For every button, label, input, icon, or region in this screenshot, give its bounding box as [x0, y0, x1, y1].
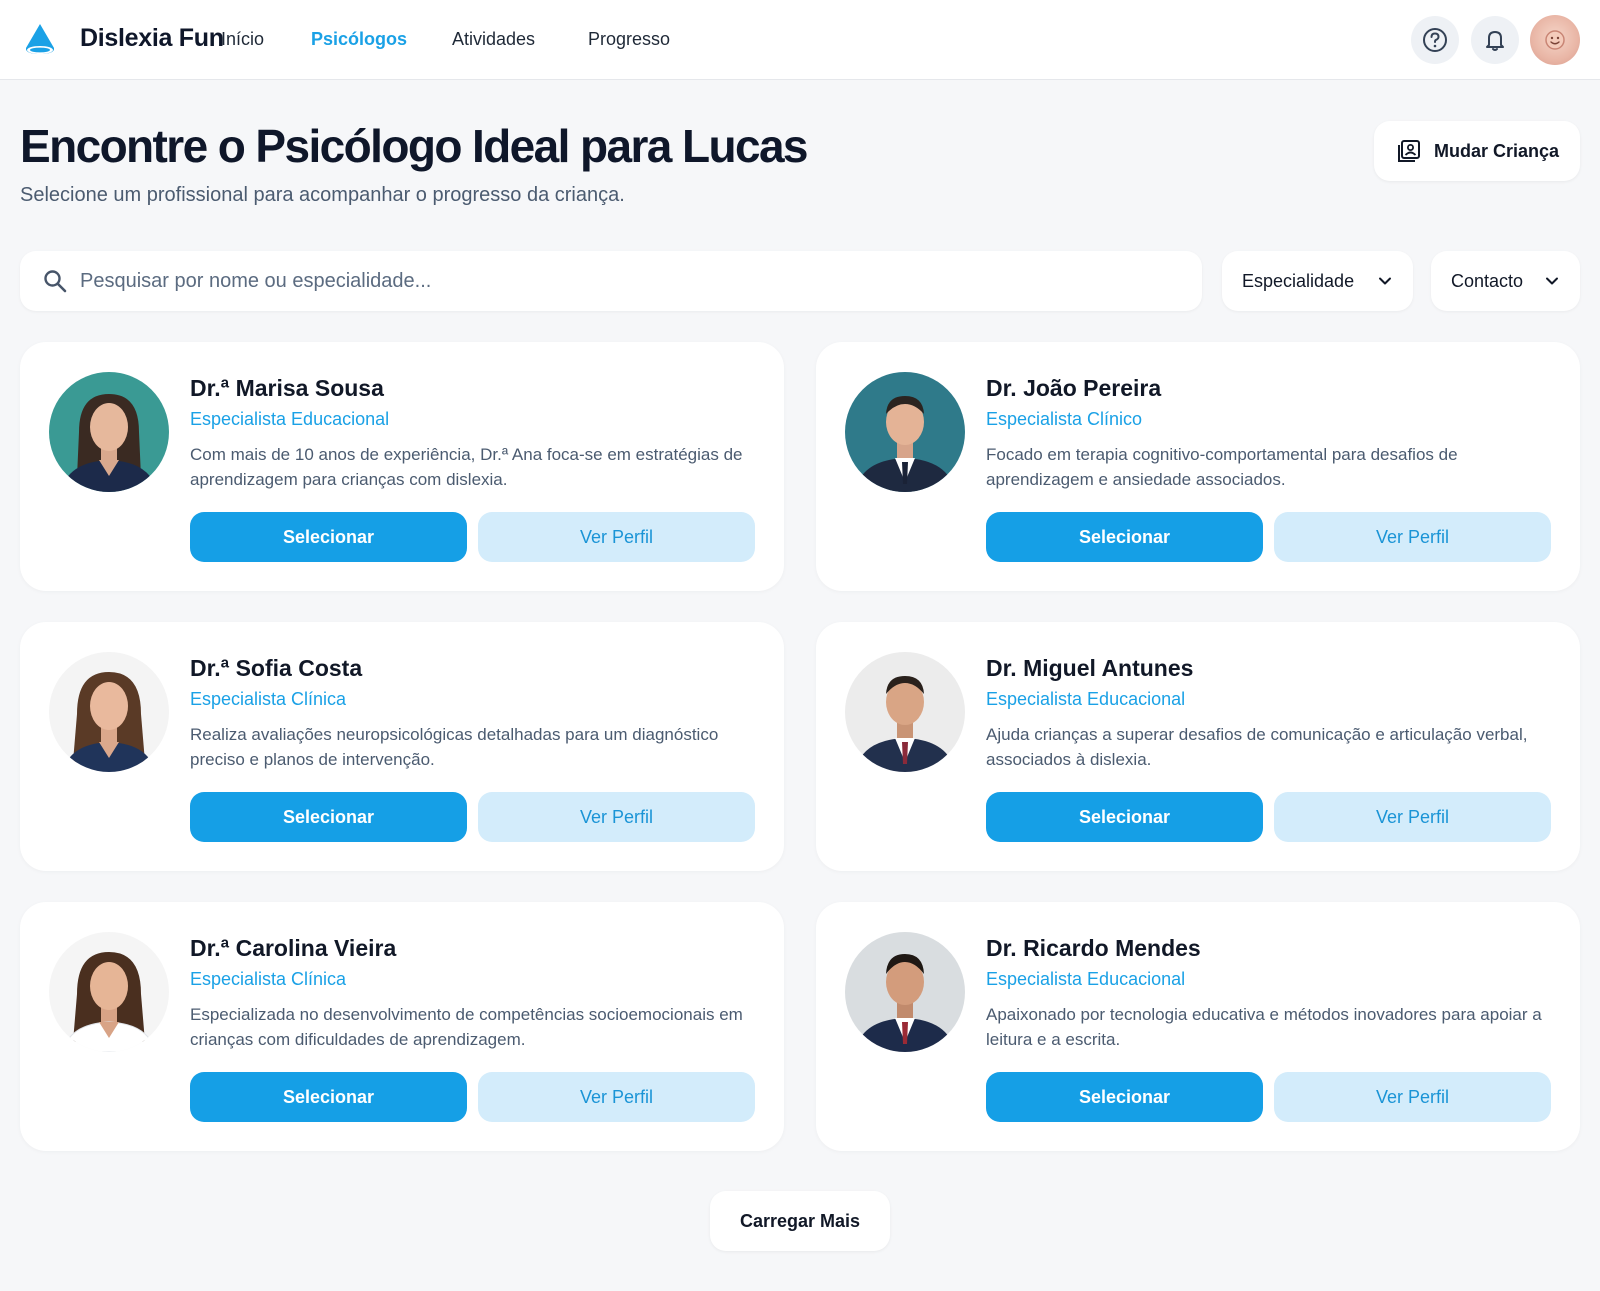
psychologist-card: Dr. Ricardo Mendes Especialista Educacio…: [816, 902, 1580, 1151]
psychologist-photo: [49, 932, 169, 1052]
select-button[interactable]: Selecionar: [986, 512, 1263, 562]
psychologist-name: Dr. Ricardo Mendes: [986, 935, 1201, 961]
select-button[interactable]: Selecionar: [190, 512, 467, 562]
psychologist-card: Dr.ª Carolina Vieira Especialista Clínic…: [20, 902, 784, 1151]
user-switch-icon: [1398, 140, 1420, 162]
chevron-down-icon: [1546, 277, 1558, 285]
load-more-button[interactable]: Carregar Mais: [710, 1191, 890, 1251]
select-button[interactable]: Selecionar: [190, 1072, 467, 1122]
psychologist-photo: [49, 652, 169, 772]
view-profile-button[interactable]: Ver Perfil: [1274, 1072, 1551, 1122]
psychologist-card: Dr.ª Sofia Costa Especialista Clínica Re…: [20, 622, 784, 871]
psychologist-card: Dr. João Pereira Especialista Clínico Fo…: [816, 342, 1580, 591]
psychologist-card: Dr.ª Marisa Sousa Especialista Educacion…: [20, 342, 784, 591]
change-child-button[interactable]: Mudar Criança: [1374, 121, 1580, 181]
psychologist-description: Apaixonado por tecnologia educativa e mé…: [986, 1005, 1542, 1049]
notifications-button[interactable]: [1471, 16, 1519, 64]
specialty-dropdown-label: Especialidade: [1242, 270, 1355, 291]
bell-icon: [1486, 31, 1504, 51]
page-title: Encontre o Psicólogo Ideal para Lucas: [20, 120, 809, 172]
psychologist-photo: [845, 932, 965, 1052]
psychologist-specialty: Especialista Educacional: [190, 409, 390, 429]
psychologist-name: Dr.ª Carolina Vieira: [190, 935, 397, 961]
smiley-face-icon: [1545, 30, 1565, 50]
page-subtitle: Selecione um profissional para acompanha…: [20, 184, 625, 206]
brand-name[interactable]: Dislexia Fun: [80, 24, 224, 53]
view-profile-button[interactable]: Ver Perfil: [478, 512, 755, 562]
search-input[interactable]: [80, 261, 1180, 301]
psychologist-photo: [845, 652, 965, 772]
nav-item-psicologos[interactable]: Psicólogos: [311, 29, 407, 50]
top-navigation-bar: Dislexia Fun Início Psicólogos Atividade…: [0, 0, 1600, 80]
search-bar: [20, 251, 1202, 311]
psychologist-photo: [49, 372, 169, 492]
help-button[interactable]: [1411, 16, 1459, 64]
psychologist-description: Realiza avaliações neuropsicológicas det…: [190, 725, 719, 769]
psychologist-specialty: Especialista Clínica: [190, 969, 347, 989]
specialty-dropdown[interactable]: Especialidade: [1222, 251, 1413, 311]
psychologist-card: Dr. Miguel Antunes Especialista Educacio…: [816, 622, 1580, 871]
user-avatar[interactable]: [1530, 15, 1580, 65]
psychologist-description: Com mais de 10 anos de experiência, Dr.ª…: [190, 445, 743, 489]
view-profile-button[interactable]: Ver Perfil: [1274, 512, 1551, 562]
psychologist-name: Dr. Miguel Antunes: [986, 655, 1194, 681]
contact-dropdown[interactable]: Contacto: [1431, 251, 1580, 311]
droplet-icon[interactable]: [22, 22, 58, 58]
select-button[interactable]: Selecionar: [986, 792, 1263, 842]
psychologist-description: Especializada no desenvolvimento de comp…: [190, 1005, 743, 1049]
contact-dropdown-label: Contacto: [1451, 270, 1524, 291]
psychologist-specialty: Especialista Clínico: [986, 409, 1143, 429]
help-circle-icon: [1423, 28, 1447, 52]
view-profile-button[interactable]: Ver Perfil: [478, 1072, 755, 1122]
select-button[interactable]: Selecionar: [986, 1072, 1263, 1122]
change-child-label: Mudar Criança: [1434, 140, 1560, 161]
select-button[interactable]: Selecionar: [190, 792, 467, 842]
view-profile-button[interactable]: Ver Perfil: [1274, 792, 1551, 842]
search-icon: [44, 270, 67, 293]
nav-item-progresso[interactable]: Progresso: [588, 29, 670, 50]
psychologist-description: Focado em terapia cognitivo-comportament…: [986, 445, 1458, 489]
psychologist-description: Ajuda crianças a superar desafios de com…: [986, 725, 1528, 769]
psychologist-specialty: Especialista Educacional: [986, 689, 1186, 709]
psychologist-name: Dr.ª Marisa Sousa: [190, 375, 384, 401]
chevron-down-icon: [1379, 277, 1391, 285]
psychologist-name: Dr. João Pereira: [986, 375, 1162, 401]
psychologist-name: Dr.ª Sofia Costa: [190, 655, 363, 681]
nav-item-inicio[interactable]: Início: [221, 29, 264, 50]
psychologist-specialty: Especialista Clínica: [190, 689, 347, 709]
view-profile-button[interactable]: Ver Perfil: [478, 792, 755, 842]
nav-item-atividades[interactable]: Atividades: [452, 29, 535, 50]
psychologist-photo: [845, 372, 965, 492]
psychologist-specialty: Especialista Educacional: [986, 969, 1186, 989]
